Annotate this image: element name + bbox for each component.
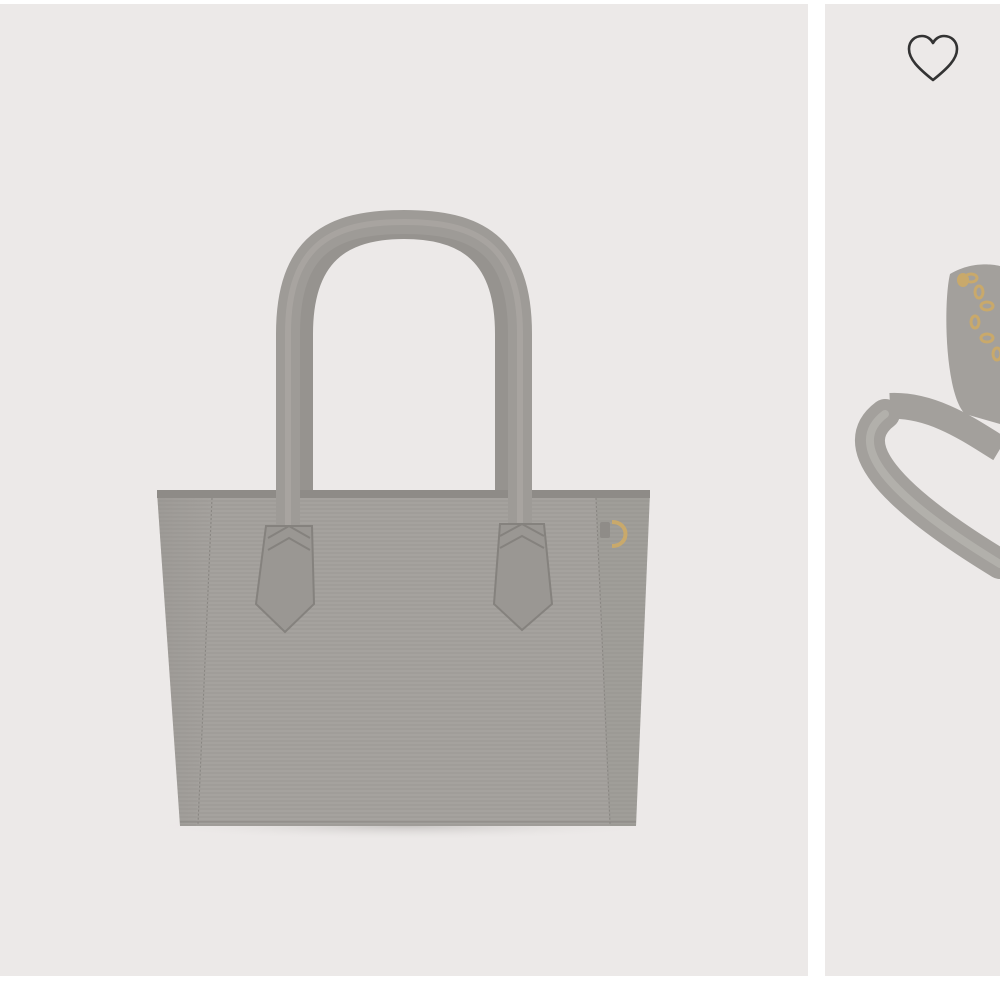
wishlist-button[interactable] [904, 30, 962, 88]
gallery-slide-next[interactable] [825, 4, 1000, 976]
tote-bag-image [145, 209, 665, 840]
d-ring-tab [600, 522, 610, 538]
gold-clasp [957, 273, 969, 287]
bag-corner [946, 264, 1000, 424]
back-handle [287, 212, 521, 505]
bag-top-rim [157, 490, 650, 498]
bag-body [157, 492, 650, 826]
bag-detail-image [855, 264, 1000, 579]
heart-icon [907, 34, 959, 82]
product-image-gallery [0, 0, 1000, 1000]
gallery-slide-main[interactable] [0, 4, 808, 976]
